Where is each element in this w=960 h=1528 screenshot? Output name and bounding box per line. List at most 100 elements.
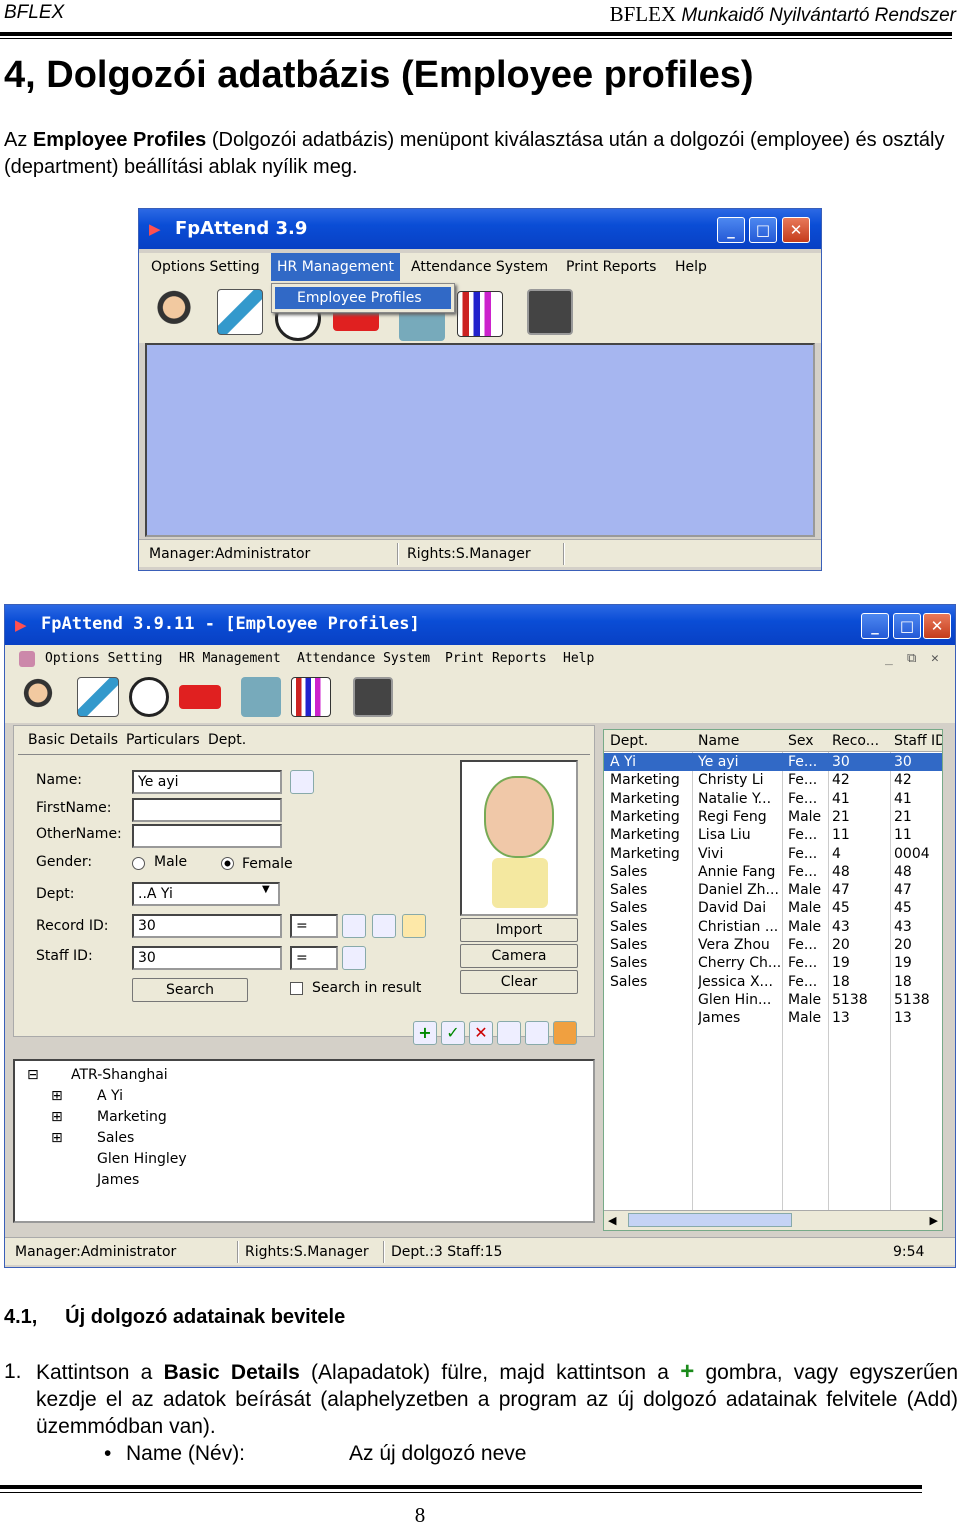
tree-item[interactable]: Sales [97, 1130, 134, 1146]
add-icon[interactable]: + [413, 1021, 437, 1045]
tree-expand-icon[interactable]: ⊞ [51, 1130, 63, 1146]
camera-icon[interactable] [372, 914, 396, 938]
check-icon[interactable]: ✓ [441, 1021, 465, 1045]
tree-item[interactable]: James [97, 1172, 139, 1188]
table-row-selected[interactable]: A Yi Ye ayi Fe... 30 30 [604, 753, 942, 771]
staff-op-select[interactable]: = [290, 946, 338, 970]
schedule-icon[interactable] [241, 677, 281, 717]
menu-hr-management[interactable]: HR Management [271, 253, 400, 281]
table-row[interactable]: Sales Vera Zhou Fe... 20 20 [604, 936, 942, 954]
tree-item[interactable]: Marketing [97, 1109, 167, 1125]
table-cell: Natalie Y... [698, 790, 772, 807]
import-button[interactable]: Import [460, 918, 578, 942]
status-separator [563, 543, 565, 565]
table-row[interactable]: Marketing Lisa Liu Fe... 11 11 [604, 826, 942, 844]
tab-particulars[interactable]: Particulars [126, 732, 200, 748]
column-header-dept[interactable]: Dept. [610, 733, 648, 749]
menu-help[interactable]: Help [675, 259, 707, 275]
maximize-button[interactable]: □ [749, 217, 777, 243]
column-header-staff-id[interactable]: Staff ID [894, 733, 942, 749]
child-minimize-icon[interactable]: _ [885, 651, 893, 666]
table-row[interactable]: Sales Cherry Ch... Fe... 19 19 [604, 954, 942, 972]
search-icon[interactable] [290, 770, 314, 794]
firstname-field[interactable] [132, 798, 282, 822]
menu-attendance-system[interactable]: Attendance System [297, 651, 430, 666]
device-icon[interactable] [527, 289, 573, 335]
table-row[interactable]: Marketing Regi Feng Male 21 21 [604, 808, 942, 826]
tree-collapse-icon[interactable]: ⊟ [27, 1067, 39, 1083]
minimize-button[interactable]: _ [717, 217, 745, 243]
employee-icon[interactable] [151, 289, 197, 335]
employee-icon[interactable] [19, 677, 57, 717]
record-op-select[interactable]: = [290, 914, 338, 938]
table-row[interactable]: Sales Christian ... Male 43 43 [604, 918, 942, 936]
tab-dept[interactable]: Dept. [208, 732, 246, 748]
chart-icon[interactable] [291, 677, 331, 717]
tree-item[interactable]: A Yi [97, 1088, 123, 1104]
hand-icon[interactable] [402, 914, 426, 938]
search-icon[interactable] [342, 914, 366, 938]
scroll-thumb[interactable] [628, 1213, 792, 1227]
menu-options-setting[interactable]: Options Setting [151, 259, 260, 275]
table-icon[interactable] [497, 1021, 521, 1045]
tree-expand-icon[interactable]: ⊞ [51, 1109, 63, 1125]
table-row[interactable]: Sales David Dai Male 45 45 [604, 899, 942, 917]
edit-icon[interactable] [77, 677, 119, 717]
first-aid-icon[interactable] [179, 685, 221, 709]
chevron-down-icon[interactable]: ▼ [262, 884, 270, 895]
table-row[interactable]: Sales Daniel Zh... Male 47 47 [604, 881, 942, 899]
name-field[interactable]: Ye ayi [132, 770, 282, 794]
tree-item[interactable]: Glen Hingley [97, 1151, 187, 1167]
camera-button[interactable]: Camera [460, 944, 578, 968]
edit-icon[interactable] [217, 289, 263, 335]
table-row[interactable]: Marketing Vivi Fe... 4 0004 [604, 845, 942, 863]
column-header-sex[interactable]: Sex [788, 733, 814, 749]
tree-item-root[interactable]: ATR-Shanghai [71, 1067, 168, 1083]
child-close-icon[interactable]: ✕ [931, 651, 939, 666]
clock-icon[interactable] [129, 677, 169, 717]
table-cell: Marketing [610, 827, 680, 844]
menu-employee-profiles[interactable]: Employee Profiles [275, 287, 451, 309]
menu-print-reports[interactable]: Print Reports [566, 259, 656, 275]
save-icon[interactable] [553, 1021, 577, 1045]
table-row[interactable]: Marketing Christy Li Fe... 42 42 [604, 771, 942, 789]
delete-icon[interactable]: ✕ [469, 1021, 493, 1045]
chart-icon[interactable] [457, 291, 503, 337]
table-row[interactable]: Sales Annie Fang Fe... 48 48 [604, 863, 942, 881]
export-icon[interactable] [525, 1021, 549, 1045]
record-id-field[interactable]: 30 [132, 914, 282, 938]
item-text-bold: Basic Details [163, 1361, 300, 1384]
scroll-right-icon[interactable]: ▶ [930, 1214, 938, 1227]
dept-select[interactable]: ..A Yi [132, 882, 280, 906]
minimize-button[interactable]: _ [861, 613, 889, 639]
scroll-left-icon[interactable]: ◀ [608, 1214, 616, 1227]
menu-attendance-system[interactable]: Attendance System [411, 259, 548, 275]
column-header-record[interactable]: Reco... [832, 733, 879, 749]
menu-print-reports[interactable]: Print Reports [445, 651, 547, 666]
child-restore-icon[interactable]: ⧉ [907, 651, 916, 666]
menu-options-setting[interactable]: Options Setting [45, 651, 162, 666]
device-icon[interactable] [353, 677, 393, 717]
male-radio[interactable] [132, 857, 145, 870]
female-radio[interactable] [221, 857, 234, 870]
close-button[interactable]: ✕ [782, 217, 810, 243]
staff-id-field[interactable]: 30 [132, 946, 282, 970]
table-row[interactable]: Marketing Natalie Y... Fe... 41 41 [604, 790, 942, 808]
search-in-result-checkbox[interactable] [290, 982, 303, 995]
tree-expand-icon[interactable]: ⊞ [51, 1088, 63, 1104]
clear-button[interactable]: Clear [460, 970, 578, 994]
table-row[interactable]: James Male 13 13 [604, 1009, 942, 1027]
table-cell: 11 [832, 827, 850, 844]
column-header-name[interactable]: Name [698, 733, 739, 749]
menu-help[interactable]: Help [563, 651, 594, 666]
othername-field[interactable] [132, 824, 282, 848]
horizontal-scrollbar[interactable]: ◀ ▶ [604, 1210, 942, 1230]
menu-hr-management[interactable]: HR Management [179, 651, 281, 666]
table-row[interactable]: Glen Hin... Male 5138 5138 [604, 991, 942, 1009]
search-button[interactable]: Search [132, 978, 248, 1002]
maximize-button[interactable]: □ [893, 613, 921, 639]
close-button[interactable]: ✕ [923, 613, 951, 639]
tab-basic-details[interactable]: Basic Details [28, 732, 118, 748]
table-row[interactable]: Sales Jessica X... Fe... 18 18 [604, 973, 942, 991]
search-icon[interactable] [342, 946, 366, 970]
